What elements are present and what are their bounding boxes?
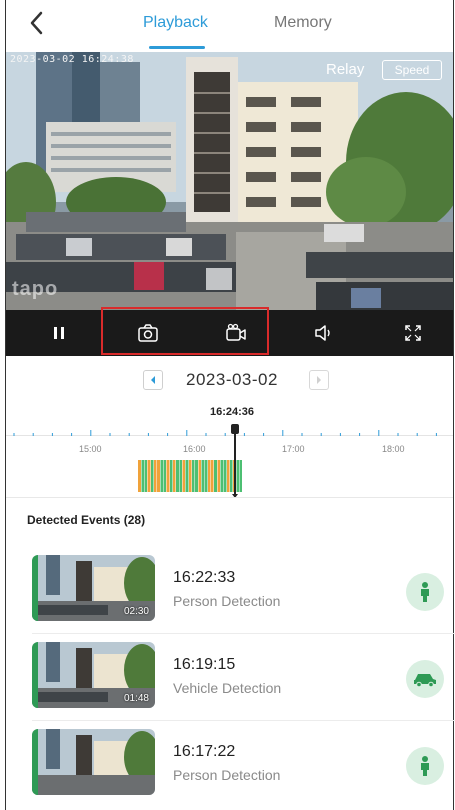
pause-icon [54, 327, 64, 339]
timeline-event-segment[interactable] [236, 460, 240, 492]
tab-memory[interactable]: Memory [274, 14, 332, 32]
previous-date-button[interactable] [143, 370, 163, 390]
top-nav-bar: Playback Memory [6, 0, 453, 52]
back-button[interactable] [24, 9, 52, 37]
event-thumbnail: 01:48 [32, 642, 155, 708]
timeline-event-segment[interactable] [151, 460, 154, 492]
timeline-event-segment[interactable] [195, 460, 198, 492]
timeline-event-segment[interactable] [198, 460, 202, 492]
brand-watermark: tapo [12, 278, 59, 300]
timeline-event-segment[interactable] [189, 460, 192, 492]
timeline-tick-label: 15:00 [79, 444, 102, 454]
chevron-left-icon [151, 376, 155, 384]
event-thumbnail-image [32, 729, 155, 795]
relay-label: Relay [326, 61, 365, 78]
video-timestamp: 2023-03-02 16:24:38 [10, 54, 134, 65]
fullscreen-icon [405, 325, 421, 341]
event-type-badge [406, 747, 444, 785]
camera-feed-image [6, 52, 453, 310]
timeline-event-segment[interactable] [154, 460, 157, 492]
person-icon [421, 756, 429, 776]
timeline-event-segment[interactable] [201, 460, 205, 492]
timeline-event-segment[interactable] [217, 460, 221, 492]
date-selector: 2023-03-02 [6, 360, 453, 400]
annotation-highlight-box [101, 307, 269, 355]
event-type-badge [406, 573, 444, 611]
timeline-event-segment[interactable] [147, 460, 151, 492]
car-icon [414, 674, 436, 687]
event-thumbnail [32, 729, 155, 795]
mute-button[interactable] [311, 320, 337, 346]
timeline-event-segment[interactable] [230, 460, 233, 492]
timeline-event-segment[interactable] [182, 460, 186, 492]
timeline-playhead[interactable] [231, 424, 239, 434]
timeline-event-segment[interactable] [170, 460, 173, 492]
events-title: Detected Events [27, 513, 121, 527]
tab-playback[interactable]: Playback [143, 14, 208, 32]
event-status-bar [32, 642, 38, 708]
timeline-event-segment[interactable] [141, 460, 145, 492]
timeline-event-segment[interactable] [223, 460, 227, 492]
timeline-event-segment[interactable] [239, 460, 243, 492]
event-time: 16:19:15 [173, 656, 236, 673]
events-header: Detected Events (28) [27, 513, 145, 527]
event-list-item[interactable]: 01:48 16:19:15 Vehicle Detection [6, 632, 455, 721]
speaker-icon [315, 325, 330, 341]
timeline-event-segment[interactable] [185, 460, 189, 492]
divider [6, 497, 453, 498]
chevron-left-icon [30, 11, 43, 35]
timeline-event-segment[interactable] [220, 460, 224, 492]
fullscreen-button[interactable] [400, 320, 426, 346]
speed-button[interactable]: Speed [382, 60, 442, 80]
timeline-event-segment[interactable] [173, 460, 176, 492]
event-list-item[interactable]: 02:30 16:22:33 Person Detection [6, 545, 455, 634]
event-duration: 02:30 [123, 606, 149, 617]
event-time: 16:22:33 [173, 569, 236, 586]
event-type: Person Detection [173, 593, 281, 609]
event-thumbnail: 02:30 [32, 555, 155, 621]
event-type-badge [406, 660, 444, 698]
video-player[interactable]: 2023-03-02 16:24:38 Relay Speed tapo [6, 52, 453, 310]
event-duration: 01:48 [123, 693, 149, 704]
page-frame-right [453, 0, 454, 810]
pause-button[interactable] [46, 320, 72, 346]
timeline-event-segment[interactable] [144, 460, 148, 492]
event-type: Vehicle Detection [173, 680, 282, 696]
timeline-event-segment[interactable] [227, 460, 230, 492]
timeline-event-segment[interactable] [138, 460, 141, 492]
timeline-event-segment[interactable] [214, 460, 217, 492]
event-status-bar [32, 555, 38, 621]
timeline-event-segment[interactable] [176, 460, 179, 492]
events-count: (28) [123, 513, 146, 527]
timeline-tick-label: 16:00 [183, 444, 206, 454]
timeline-event-segment[interactable] [163, 460, 167, 492]
person-icon [421, 582, 429, 602]
timeline-event-segment[interactable] [208, 460, 211, 492]
timeline-event-segment[interactable] [166, 460, 170, 492]
active-tab-indicator [149, 46, 205, 49]
timeline-event-segment[interactable] [160, 460, 164, 492]
timeline-event-segment[interactable] [211, 460, 214, 492]
event-list-item[interactable]: 16:17:22 Person Detection [6, 719, 453, 805]
timeline-event-segment[interactable] [157, 460, 160, 492]
timeline-event-segment[interactable] [192, 460, 195, 492]
timeline-event-segment[interactable] [204, 460, 208, 492]
next-date-button[interactable] [309, 370, 329, 390]
playback-timeline[interactable]: 16:24:36 15:00 16:00 17:00 18:00 [6, 400, 453, 498]
timeline-tick-label: 17:00 [282, 444, 305, 454]
current-date[interactable]: 2023-03-02 [186, 370, 278, 390]
event-status-bar [32, 729, 38, 795]
timeline-tick-label: 18:00 [382, 444, 405, 454]
timeline-event-segment[interactable] [179, 460, 183, 492]
event-time: 16:17:22 [173, 743, 236, 760]
chevron-right-icon [317, 376, 321, 384]
event-type: Person Detection [173, 767, 281, 783]
